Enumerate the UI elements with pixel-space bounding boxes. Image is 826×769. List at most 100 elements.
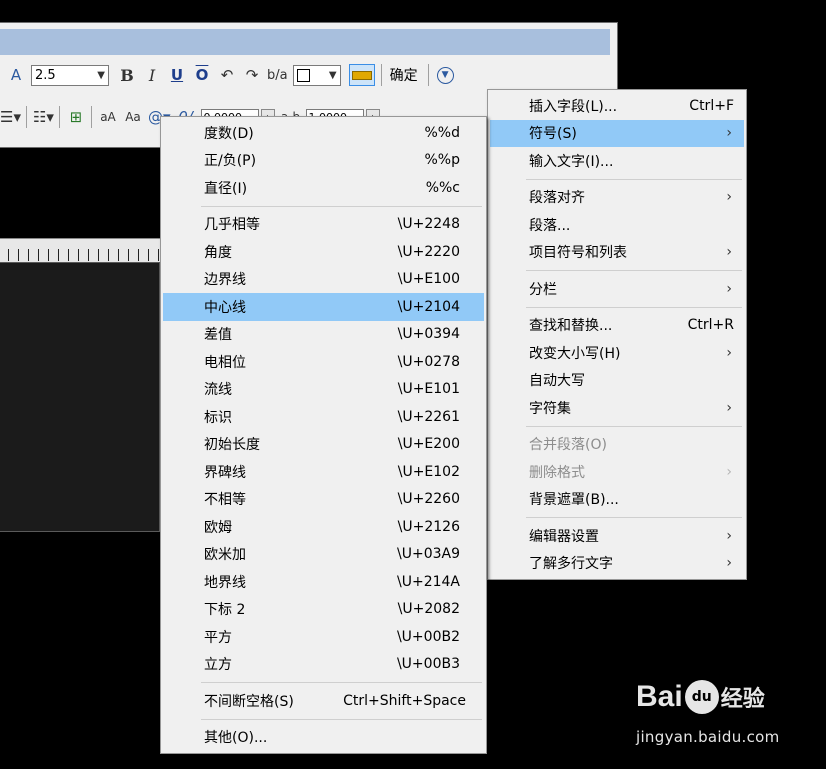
chevron-down-icon: ▼ (97, 69, 105, 81)
stack-icon[interactable]: b/a (267, 63, 288, 87)
menu-item-editor-settings[interactable]: 编辑器设置 › (490, 522, 744, 550)
menu-item-label: 其他(O)... (204, 730, 268, 747)
symbol-item-cubed[interactable]: 立方 \U+00B3 (163, 651, 484, 679)
menu-item-label: 段落对齐 (529, 190, 585, 207)
chevron-right-icon: › (726, 399, 732, 416)
overline-button[interactable]: O (192, 63, 212, 87)
menu-item-label: 下标 2 (204, 602, 246, 619)
symbol-item-omega[interactable]: 欧米加 \U+03A9 (163, 541, 484, 569)
symbol-item-delta[interactable]: 差值 \U+0394 (163, 321, 484, 349)
ok-button[interactable]: 确定 (390, 65, 418, 85)
symbol-item-plus-minus[interactable]: 正/负(P) %%p (163, 147, 484, 175)
chevron-right-icon: › (726, 555, 732, 572)
logo-text: Bai (636, 680, 683, 713)
color-combo[interactable]: ▼ (292, 64, 341, 86)
menu-item-label: 删除格式 (529, 464, 585, 481)
baidu-jingyan-watermark: Bai du 经验 jingyan.baidu.com (636, 680, 816, 750)
formatting-toolbar: A 2.5 ▼ B I U O ↶ ↷ b/a ▼ 确定 ▼ (6, 60, 454, 90)
menu-separator (526, 270, 742, 271)
bullet-list-icon[interactable]: ☰▾ (0, 105, 21, 129)
symbol-code: \U+0278 (397, 353, 460, 370)
toolbar-divider (90, 106, 92, 128)
symbol-code: %%d (424, 124, 461, 141)
chevron-right-icon: › (726, 280, 732, 297)
menu-item-paragraph-alignment[interactable]: 段落对齐 › (490, 184, 744, 212)
lowercase-icon[interactable]: Aa (123, 105, 143, 129)
menu-item-autocaps[interactable]: 自动大写 (490, 367, 744, 395)
menu-separator (526, 178, 742, 180)
symbol-item-boundary-line[interactable]: 边界线 \U+E100 (163, 266, 484, 294)
symbol-item-diameter[interactable]: 直径(I) %%c (163, 174, 484, 202)
menu-item-find-and-replace[interactable]: 查找和替换... Ctrl+R (490, 312, 744, 340)
bold-button[interactable]: B (117, 63, 137, 87)
symbol-item-squared[interactable]: 平方 \U+00B2 (163, 623, 484, 651)
symbol-item-almost-equal[interactable]: 几乎相等 \U+2248 (163, 211, 484, 239)
redo-icon[interactable]: ↷ (242, 63, 262, 87)
menu-item-import-text[interactable]: 输入文字(I)... (490, 147, 744, 175)
color-swatch-icon (296, 68, 310, 82)
menu-item-shortcut: Ctrl+R (687, 317, 734, 334)
text-height-combo[interactable]: 2.5 ▼ (31, 64, 109, 86)
toolbar-divider (58, 106, 60, 128)
symbol-code: \U+E101 (397, 381, 460, 398)
symbol-item-other[interactable]: 其他(O)... (163, 724, 484, 752)
menu-item-background-mask[interactable]: 背景遮罩(B)... (490, 486, 744, 514)
chevron-right-icon: › (726, 244, 732, 261)
symbol-item-property-line[interactable]: 地界线 \U+214A (163, 568, 484, 596)
symbol-code: \U+214A (397, 573, 460, 590)
menu-item-symbol[interactable]: 符号(S) › (490, 119, 744, 147)
numbered-list-icon[interactable]: ☷▾ (33, 105, 54, 129)
menu-item-label: 地界线 (204, 574, 246, 591)
symbol-item-monument-line[interactable]: 界碑线 \U+E102 (163, 458, 484, 486)
paw-icon: du (684, 680, 719, 714)
symbol-code: \U+2248 (397, 216, 460, 233)
symbol-item-not-equal[interactable]: 不相等 \U+2260 (163, 486, 484, 514)
menu-item-combine-paragraphs: 合并段落(O) (490, 431, 744, 459)
symbol-item-flow-line[interactable]: 流线 \U+E101 (163, 376, 484, 404)
symbol-item-centerline[interactable]: 中心线 \U+2104 (163, 293, 484, 321)
symbol-item-identity[interactable]: 标识 \U+2261 (163, 403, 484, 431)
symbol-item-ohm[interactable]: 欧姆 \U+2126 (163, 513, 484, 541)
menu-item-columns[interactable]: 分栏 › (490, 275, 744, 303)
symbol-code: %%p (424, 152, 461, 169)
menu-item-bullets-and-lists[interactable]: 项目符号和列表 › (490, 239, 744, 267)
window-title-bar (0, 29, 610, 55)
undo-icon[interactable]: ↶ (217, 63, 237, 87)
options-icon[interactable]: ▼ (436, 66, 454, 84)
menu-item-change-case[interactable]: 改变大小写(H) › (490, 339, 744, 367)
symbol-item-degree[interactable]: 度数(D) %%d (163, 119, 484, 147)
menu-item-label: 平方 (204, 629, 232, 646)
symbol-item-subscript-2[interactable]: 下标 2 \U+2082 (163, 596, 484, 624)
menu-item-label: 符号(S) (529, 126, 577, 143)
menu-separator (526, 517, 742, 518)
menu-item-paragraph[interactable]: 段落... (490, 211, 744, 239)
insert-field-icon[interactable]: ⊞ (66, 105, 86, 129)
symbol-code: \U+00B2 (396, 628, 460, 645)
menu-item-insert-field[interactable]: 插入字段(L)... Ctrl+F (490, 92, 744, 120)
symbol-code: \U+E102 (397, 463, 460, 480)
underline-button[interactable]: U (167, 63, 187, 87)
symbol-item-initial-length[interactable]: 初始长度 \U+E200 (163, 431, 484, 459)
symbol-item-non-breaking-space[interactable]: 不间断空格(S) Ctrl+Shift+Space (163, 687, 484, 715)
menu-item-label: 查找和替换... (529, 318, 613, 335)
menu-item-learn-mtext[interactable]: 了解多行文字 › (490, 550, 744, 578)
uppercase-icon[interactable]: aA (98, 105, 118, 129)
menu-item-label: 几乎相等 (204, 217, 260, 234)
menu-item-shortcut: Ctrl+F (689, 97, 734, 114)
text-editing-area[interactable] (0, 262, 160, 532)
menu-item-label: 标识 (204, 409, 232, 426)
ruler-toggle-button[interactable] (348, 64, 375, 86)
menu-item-label: 项目符号和列表 (529, 245, 627, 262)
baidu-logo: Bai du 经验 (636, 680, 765, 714)
menu-item-label: 正/负(P) (204, 153, 257, 170)
symbol-item-angle[interactable]: 角度 \U+2220 (163, 238, 484, 266)
symbol-code: \U+E100 (397, 271, 460, 288)
symbol-code: Ctrl+Shift+Space (343, 692, 466, 709)
italic-button[interactable]: I (142, 63, 162, 87)
text-style-icon[interactable]: A (6, 63, 26, 87)
symbol-item-electrical-phase[interactable]: 电相位 \U+0278 (163, 348, 484, 376)
menu-item-label: 输入文字(I)... (529, 153, 614, 170)
menu-item-character-set[interactable]: 字符集 › (490, 394, 744, 422)
menu-item-label: 不间断空格(S) (204, 693, 294, 710)
menu-item-label: 了解多行文字 (529, 556, 613, 573)
